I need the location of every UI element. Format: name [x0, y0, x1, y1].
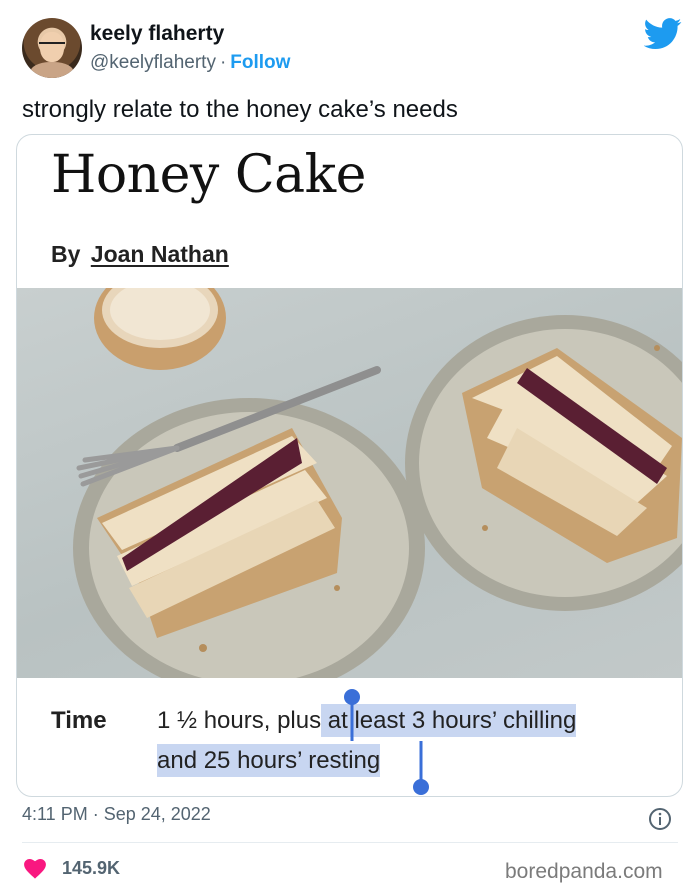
divider	[22, 842, 678, 843]
info-icon[interactable]	[648, 807, 672, 831]
selection-start-handle[interactable]	[342, 687, 362, 743]
time-label: Time	[51, 707, 107, 734]
tweet-header: keely flaherty @keelyflaherty · Follow	[22, 16, 682, 80]
heart-icon[interactable]	[24, 859, 46, 879]
handle-row: @keelyflaherty · Follow	[90, 52, 290, 74]
by-label: By	[51, 241, 81, 267]
tweet-timestamp[interactable]: 4:11 PM · Sep 24, 2022	[22, 804, 211, 825]
selection-end-handle[interactable]	[411, 741, 431, 797]
recipe-title: Honey Cake	[51, 145, 366, 205]
time-unselected-text: 1 ½ hours, plus	[157, 707, 322, 734]
photo-illustration	[73, 288, 682, 678]
separator: ·	[219, 52, 227, 73]
recipe-card[interactable]: Honey Cake By Joan Nathan Time 1 ½ hours…	[16, 134, 683, 797]
twitter-bird-icon[interactable]	[644, 18, 682, 50]
selected-text-line2[interactable]: and 25 hours’ resting	[157, 744, 381, 777]
like-count: 145.9K	[62, 858, 121, 878]
watermark: boredpanda.com	[505, 860, 663, 883]
recipe-byline: By Joan Nathan	[51, 241, 229, 268]
avatar[interactable]	[22, 18, 82, 78]
follow-button[interactable]: Follow	[230, 52, 290, 73]
display-name[interactable]: keely flaherty	[90, 22, 224, 46]
honey-cake-photo	[17, 288, 682, 678]
user-handle[interactable]: @keelyflaherty	[90, 52, 216, 73]
time-value[interactable]: 1 ½ hours, plus at least 3 hours’ chilli…	[157, 701, 657, 781]
author-link[interactable]: Joan Nathan	[91, 241, 229, 267]
tweet-text: strongly relate to the honey cake’s need…	[22, 96, 458, 123]
